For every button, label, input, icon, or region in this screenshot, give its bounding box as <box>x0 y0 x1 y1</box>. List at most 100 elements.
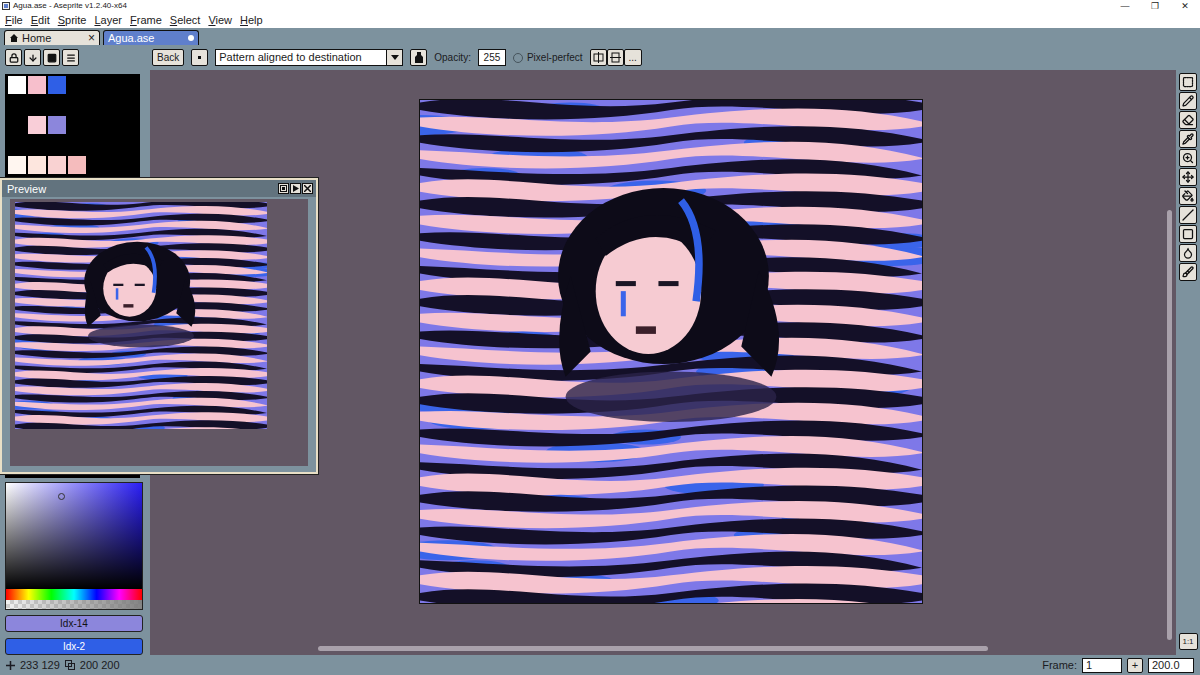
palette-swatch[interactable] <box>8 96 26 114</box>
arrow-down-icon <box>28 53 38 63</box>
preview-play-button[interactable] <box>290 183 301 194</box>
preview-title-bar[interactable]: Preview <box>2 180 316 197</box>
palette-swatch[interactable] <box>48 96 66 114</box>
symmetry-buttons: ... <box>590 49 642 66</box>
water <box>15 202 267 429</box>
color-picker <box>5 482 143 610</box>
window-control-button[interactable]: ❐ <box>1140 0 1170 12</box>
palette-swatch[interactable] <box>28 136 46 154</box>
lock-button[interactable] <box>5 49 22 66</box>
tool-button[interactable] <box>1179 111 1197 129</box>
wave <box>15 420 267 429</box>
selection-size-icon <box>65 660 75 670</box>
presets-button[interactable] <box>43 49 60 66</box>
palette-swatch[interactable] <box>68 116 86 134</box>
window-control-button[interactable]: — <box>1110 0 1140 12</box>
tab-bar: Home× Agua.ase <box>0 28 1200 45</box>
sort-button[interactable] <box>24 49 41 66</box>
pixel-perfect-checkbox[interactable] <box>513 53 523 63</box>
back-button[interactable]: Back <box>152 49 184 66</box>
tab-label: Agua.ase <box>108 32 185 44</box>
menu-item[interactable]: Select <box>170 13 201 27</box>
tab[interactable]: Home× <box>4 30 100 45</box>
tool-button[interactable] <box>1179 168 1197 186</box>
palette-swatch[interactable] <box>68 156 86 174</box>
palette-swatch[interactable] <box>48 76 66 94</box>
horizontal-symmetry-button[interactable] <box>590 49 607 66</box>
wave <box>420 584 922 603</box>
sprite-artwork[interactable] <box>420 100 922 603</box>
palette-swatch[interactable] <box>28 76 46 94</box>
preview-close-button[interactable] <box>302 183 313 194</box>
opacity-input[interactable]: 255 <box>478 49 506 66</box>
palette-swatch[interactable] <box>68 76 86 94</box>
dropdown-arrow[interactable] <box>386 50 402 65</box>
menu-item[interactable]: Help <box>240 13 263 27</box>
vertical-scrollbar[interactable] <box>1167 210 1172 640</box>
palette-swatch[interactable] <box>8 136 26 154</box>
play-icon <box>292 185 299 192</box>
zoom-reset-button[interactable]: 1:1 <box>1179 633 1198 650</box>
options-button[interactable] <box>62 49 79 66</box>
tool-button[interactable] <box>1179 225 1197 243</box>
palette-swatch[interactable] <box>28 116 46 134</box>
horizontal-scrollbar[interactable] <box>318 646 988 651</box>
tab-close-button[interactable]: × <box>88 32 95 44</box>
brush-type-button[interactable] <box>191 49 208 66</box>
foreground-color-button[interactable]: Idx-14 <box>5 615 143 632</box>
add-frame-button[interactable]: + <box>1127 658 1143 673</box>
palette-swatch[interactable] <box>28 96 46 114</box>
tool-button[interactable] <box>1179 73 1197 91</box>
palette-swatch[interactable] <box>48 116 66 134</box>
menu-item[interactable]: View <box>208 13 232 27</box>
palette-swatch[interactable] <box>68 136 86 154</box>
preview-body <box>2 197 316 472</box>
zoom-input[interactable]: 200.0 <box>1148 658 1194 673</box>
more-button[interactable]: ... <box>624 49 642 66</box>
menu-bar: File Edit Sprite Layer Frame Select View Help <box>0 12 1200 28</box>
tool-bar: 1:1 <box>1176 70 1200 655</box>
symmetry-h-icon <box>593 52 604 63</box>
tab[interactable]: Agua.ase <box>103 30 199 45</box>
ink-button[interactable] <box>410 49 427 66</box>
palette-swatch[interactable] <box>8 116 26 134</box>
palette-swatch[interactable] <box>28 156 46 174</box>
window-control-button[interactable]: ✕ <box>1170 0 1200 12</box>
vertical-symmetry-button[interactable] <box>607 49 624 66</box>
alpha-slider[interactable] <box>6 600 142 609</box>
title-bar: Agua.ase - Aseprite v1.2.40-x64—❐✕ <box>0 0 1200 12</box>
palette-swatch[interactable] <box>48 156 66 174</box>
palette-swatch[interactable] <box>48 136 66 154</box>
sprite[interactable] <box>420 100 922 603</box>
tool-button[interactable] <box>1179 206 1197 224</box>
picker-cursor[interactable] <box>58 493 65 500</box>
menu-item[interactable]: Edit <box>31 13 50 27</box>
menu-item[interactable]: Layer <box>94 13 122 27</box>
paint-bucket-icon <box>1182 190 1194 202</box>
tool-button[interactable] <box>1179 187 1197 205</box>
frame-input[interactable]: 1 <box>1082 658 1122 673</box>
tool-button[interactable] <box>1179 149 1197 167</box>
pixel-perfect-label: Pixel-perfect <box>527 52 583 63</box>
menu-item[interactable]: Frame <box>130 13 162 27</box>
menu-item[interactable]: File <box>5 13 23 27</box>
pattern-dropdown[interactable]: Pattern aligned to destination <box>215 49 403 66</box>
saturation-value-square[interactable] <box>6 483 142 589</box>
tool-button[interactable] <box>1179 244 1197 262</box>
tool-button[interactable] <box>1179 130 1197 148</box>
pixel-perfect-option[interactable]: Pixel-perfect <box>513 52 583 63</box>
preview-center-button[interactable] <box>278 183 289 194</box>
palette-swatch[interactable] <box>8 76 26 94</box>
menu-item[interactable]: Sprite <box>58 13 87 27</box>
blob-icon <box>1182 247 1194 259</box>
tool-button[interactable] <box>1179 92 1197 110</box>
preview-window[interactable]: Preview <box>0 178 318 474</box>
palette-swatch[interactable] <box>8 156 26 174</box>
hue-slider[interactable] <box>6 589 142 600</box>
preview-artwork[interactable] <box>15 202 267 429</box>
palette-swatch[interactable] <box>68 96 86 114</box>
sprite-size: 200 200 <box>80 659 120 671</box>
background-color-button[interactable]: Idx-2 <box>5 638 143 655</box>
opacity-label: Opacity: <box>434 52 471 63</box>
tool-button[interactable] <box>1179 263 1197 281</box>
